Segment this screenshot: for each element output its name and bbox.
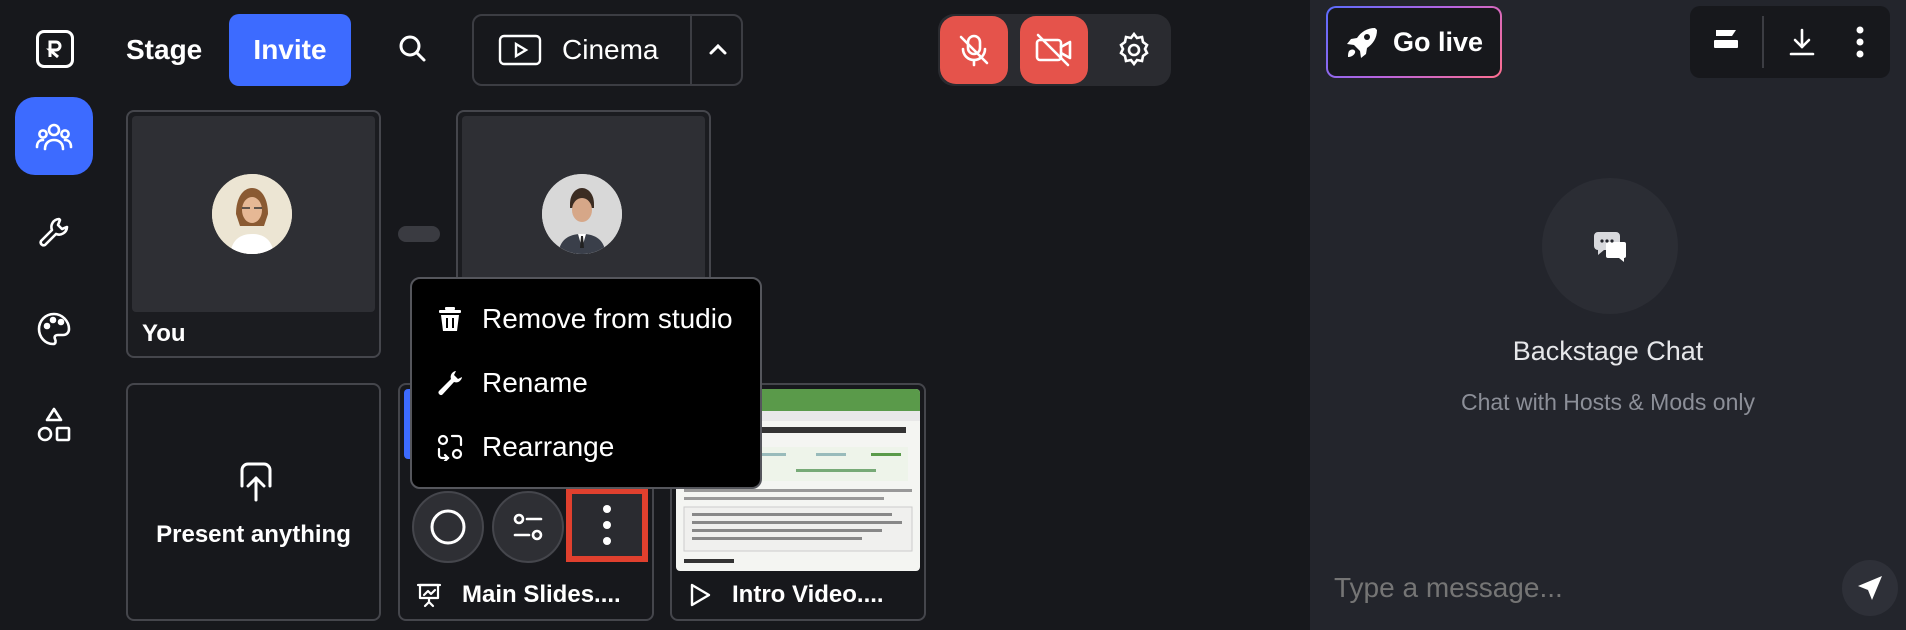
message-input[interactable] xyxy=(1334,572,1814,604)
present-label: Present anything xyxy=(156,521,351,548)
upload-screen-icon xyxy=(240,462,272,502)
download-icon[interactable] xyxy=(1782,22,1822,62)
video-area xyxy=(132,116,375,312)
panel-tools xyxy=(1690,6,1890,78)
camera-off-icon[interactable] xyxy=(1020,16,1088,84)
adjust-icon[interactable] xyxy=(492,491,564,563)
slides-name: Main Slides.... xyxy=(462,581,621,608)
participant-name: You xyxy=(142,320,186,347)
divider xyxy=(1762,16,1764,68)
wrench-icon[interactable] xyxy=(15,193,93,271)
menu-item-rename[interactable]: Rename xyxy=(436,367,588,399)
menu-item-label: Rename xyxy=(482,367,588,398)
tile-footer: Main Slides.... xyxy=(416,581,621,609)
menu-item-rearrange[interactable]: Rearrange xyxy=(436,431,614,463)
layout-cinema-button[interactable]: Cinema xyxy=(474,16,691,84)
more-vertical-icon[interactable] xyxy=(1840,22,1880,62)
wrench-icon xyxy=(438,371,462,395)
gear-icon[interactable] xyxy=(1100,16,1168,84)
menu-item-label: Remove from studio xyxy=(482,303,733,334)
chat-bubble-icon xyxy=(1542,178,1678,314)
app-logo-icon[interactable] xyxy=(36,30,74,68)
chat-panel: Go live Backstage Chat Chat with Hosts &… xyxy=(1310,0,1906,630)
chevron-up-icon[interactable] xyxy=(692,16,743,84)
shapes-icon[interactable] xyxy=(15,386,93,464)
send-icon[interactable] xyxy=(1842,560,1898,616)
video-frame-icon xyxy=(498,34,542,66)
present-anything-tile[interactable]: Present anything xyxy=(126,383,381,621)
tile-footer: Intro Video.... xyxy=(688,581,884,609)
more-options-button[interactable] xyxy=(566,488,648,562)
context-menu: Remove from studio Rename Rearrange xyxy=(410,277,762,489)
video-name: Intro Video.... xyxy=(732,581,884,608)
trash-icon xyxy=(439,307,461,331)
menu-item-remove[interactable]: Remove from studio xyxy=(436,303,733,335)
search-icon[interactable] xyxy=(392,28,432,68)
rocket-icon xyxy=(1346,28,1377,58)
play-icon xyxy=(690,583,711,607)
participant-tile-you[interactable]: You xyxy=(126,110,381,358)
palette-icon[interactable] xyxy=(15,290,93,368)
avatar xyxy=(212,174,292,254)
layout-selector: Cinema xyxy=(472,14,743,86)
people-icon[interactable] xyxy=(15,97,93,175)
left-rail xyxy=(0,0,108,630)
avatar xyxy=(542,174,622,254)
chat-title: Backstage Chat xyxy=(1512,336,1704,366)
go-live-button[interactable]: Go live xyxy=(1326,6,1502,78)
more-vertical-icon xyxy=(603,505,611,545)
presentation-icon xyxy=(416,583,442,608)
tile-connector xyxy=(398,226,440,242)
chat-subtitle: Chat with Hosts & Mods only xyxy=(1460,389,1755,415)
mic-off-icon[interactable] xyxy=(940,16,1008,84)
stage-tab[interactable]: Stage xyxy=(126,34,202,66)
go-live-label: Go live xyxy=(1392,26,1484,57)
record-circle-icon[interactable] xyxy=(412,491,484,563)
layout-label: Cinema xyxy=(562,34,659,65)
rearrange-icon xyxy=(437,434,463,461)
banner-icon[interactable] xyxy=(1706,22,1746,62)
media-controls xyxy=(938,14,1171,86)
menu-item-label: Rearrange xyxy=(482,431,615,462)
invite-button[interactable]: Invite xyxy=(229,14,351,86)
